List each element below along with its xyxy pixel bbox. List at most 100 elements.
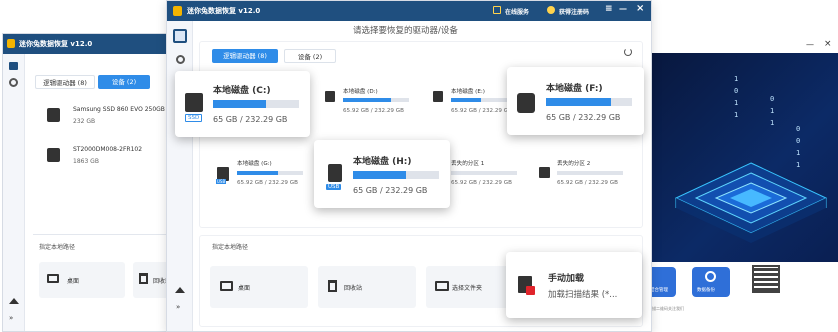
manual-load-title: 手动加载: [548, 274, 585, 284]
footer-note: 扫描二维码关注我们: [648, 306, 684, 311]
drive-size: 65.92 GB / 232.29 GB: [451, 108, 512, 114]
minimize-icon[interactable]: —: [806, 40, 814, 49]
shortcut-desktop[interactable]: 桌面: [210, 266, 308, 308]
drive-name: 本地磁盘 (F:): [546, 84, 603, 94]
drive-usage-fill: [353, 171, 407, 179]
usb-badge: USB: [326, 184, 342, 190]
expand-icon[interactable]: »: [176, 303, 180, 311]
hard-drive-icon: [47, 148, 60, 162]
footer-button-label: 结合管理: [650, 288, 668, 293]
drive-usage-bar: [343, 98, 409, 102]
binary-column: 0 1 1: [770, 93, 784, 129]
shortcut-recycle-bin[interactable]: 回收站: [318, 266, 416, 308]
gear-icon[interactable]: [176, 55, 185, 64]
gear-icon[interactable]: [9, 78, 18, 87]
shortcut-label: 桌面: [67, 278, 80, 285]
main-window-title: 迷你兔数据恢复 v12.0: [187, 7, 261, 15]
desktop-icon: [47, 274, 59, 283]
server-cube-graphic: [674, 162, 828, 243]
drive-name: 本地磁盘 (G:): [237, 161, 272, 167]
usb-drive-icon: [328, 164, 342, 182]
back-window: 迷你兔数据恢复 v12.0 » 逻辑驱动器 (8) 设备 (2) Samsung…: [2, 33, 172, 332]
binary-digit: 1: [770, 107, 775, 115]
back-tab-logical[interactable]: 逻辑驱动器 (8): [35, 75, 95, 89]
drive-usage-bar: [353, 171, 439, 179]
drive-usage-bar: [451, 171, 517, 175]
tab-devices[interactable]: 设备 (2): [284, 49, 336, 63]
drive-card-c[interactable]: SSD 本地磁盘 (C:) 65 GB / 232.29 GB: [175, 71, 310, 137]
manual-load-card[interactable]: 手动加载 加载扫描结果 (*...: [506, 252, 642, 318]
app-logo-icon: [7, 39, 15, 48]
drive-item-lost2[interactable]: 丢失的分区 2 65.92 GB / 232.29 GB: [539, 159, 637, 189]
menu-icon[interactable]: ≡: [605, 4, 613, 14]
manage-button[interactable]: 结合管理: [648, 267, 676, 297]
binary-digit: 0: [770, 95, 775, 103]
home-icon[interactable]: [9, 298, 19, 304]
drive-item-g[interactable]: USB 本地磁盘 (G:) 65.92 GB / 232.29 GB: [216, 159, 317, 189]
main-rail: »: [167, 21, 193, 331]
hard-drive-icon: [325, 91, 335, 102]
drive-card-h[interactable]: USB 本地磁盘 (H:) 65 GB / 232.29 GB: [314, 140, 450, 208]
qr-code: [752, 265, 780, 293]
home-icon[interactable]: [175, 287, 185, 293]
back-window-title: 迷你兔数据恢复 v12.0: [19, 40, 93, 48]
back-specify-path-label: 指定本地路径: [39, 244, 76, 251]
device-item[interactable]: Samsung SSD 860 EVO 250GB 232 GB: [43, 104, 171, 130]
drive-name: 本地磁盘 (E:): [451, 89, 485, 95]
backup-button[interactable]: 数据备份: [692, 267, 730, 297]
drive-usage-fill: [546, 98, 611, 106]
drive-size: 65 GB / 232.29 GB: [546, 113, 621, 122]
drive-name: 丢失的分区 1: [451, 161, 485, 167]
specify-path-label: 指定本地路径: [212, 244, 249, 251]
divider: [33, 234, 171, 235]
drive-usage-bar: [213, 100, 299, 108]
hard-drive-icon: [47, 108, 60, 122]
drive-usage-fill: [237, 171, 278, 175]
tab-logical-drives[interactable]: 逻辑驱动器 (8): [212, 49, 278, 63]
manual-load-subtitle: 加载扫描结果 (*...: [548, 290, 618, 300]
right-window: — × 1 0 1 1 0 1 1 0 0 1 1 结合管理 数据备份 扫描二维…: [646, 37, 838, 318]
drive-size: 65.92 GB / 232.29 GB: [451, 180, 512, 186]
device-name: ST2000DM008-2FR102: [73, 146, 143, 153]
shortcut-label: 桌面: [238, 285, 251, 292]
recycle-bin-icon: [328, 280, 337, 292]
desktop-icon: [220, 281, 233, 291]
back-tab-devices[interactable]: 设备 (2): [98, 75, 150, 89]
drive-item-lost1[interactable]: 丢失的分区 1 65.92 GB / 232.29 GB: [433, 159, 531, 189]
back-window-titlebar: 迷你兔数据恢复 v12.0: [3, 34, 171, 54]
hard-drive-icon: [517, 93, 535, 113]
drive-size: 65.92 GB / 232.29 GB: [343, 108, 404, 114]
drive-name: 本地磁盘 (H:): [353, 157, 412, 167]
hard-drive-icon: [433, 91, 443, 102]
recycle-bin-icon: [139, 273, 148, 284]
binary-digit: 1: [734, 75, 739, 83]
online-service-link[interactable]: 在线服务: [505, 7, 529, 16]
binary-digit: 0: [796, 125, 801, 133]
device-item[interactable]: ST2000DM008-2FR102 1863 GB: [43, 144, 171, 170]
sync-icon: [705, 271, 716, 282]
drive-usage-fill: [213, 100, 267, 108]
get-code-link[interactable]: 获得注册码: [559, 7, 589, 16]
binary-column: 1 0 1 1: [734, 73, 748, 121]
drive-item-d[interactable]: 本地磁盘 (D:) 65.92 GB / 232.29 GB: [325, 87, 423, 117]
drive-usage-bar: [557, 171, 623, 175]
drive-name: 本地磁盘 (C:): [213, 86, 271, 96]
drive-size: 65 GB / 232.29 GB: [213, 115, 288, 124]
drive-usage-bar: [546, 98, 632, 106]
drive-usage-fill: [343, 98, 391, 102]
close-icon[interactable]: ×: [824, 39, 832, 49]
drive-size: 65.92 GB / 232.29 GB: [557, 180, 618, 186]
drive-card-f[interactable]: 本地磁盘 (F:) 65 GB / 232.29 GB: [507, 67, 644, 135]
device-size: 1863 GB: [73, 158, 99, 165]
drive-nav-icon[interactable]: [9, 62, 18, 70]
drive-size: 65 GB / 232.29 GB: [353, 186, 428, 195]
lost-partition-icon: [539, 167, 550, 178]
refresh-icon[interactable]: [624, 48, 632, 56]
binary-digit: 1: [734, 111, 739, 119]
drive-name: 丢失的分区 2: [557, 161, 591, 167]
close-icon[interactable]: ×: [636, 3, 644, 14]
drive-nav-icon[interactable]: [173, 29, 187, 43]
minimize-icon[interactable]: —: [619, 4, 627, 13]
expand-icon[interactable]: »: [9, 314, 13, 322]
back-shortcut-desktop[interactable]: 桌面: [39, 262, 125, 298]
